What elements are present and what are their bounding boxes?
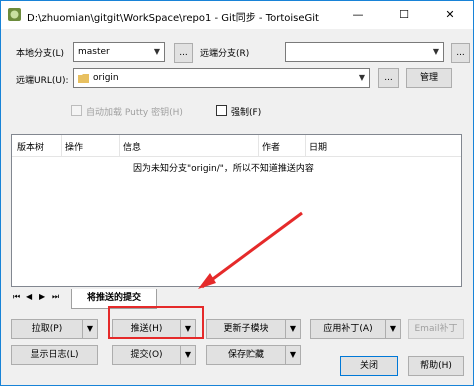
column-divider[interactable] [119, 135, 120, 157]
chevron-down-icon[interactable]: ▼ [82, 319, 98, 339]
close-window-button[interactable]: ✕ [427, 1, 473, 29]
column-header-message[interactable]: 信息 [123, 140, 141, 153]
remote-url-combo[interactable]: origin ▼ [73, 68, 370, 88]
maximize-button[interactable]: ☐ [381, 1, 427, 29]
remote-branch-browse-button[interactable]: ... [451, 43, 470, 63]
help-button[interactable]: 帮助(H) [408, 356, 464, 376]
sync-dialog-window: D:\zhuomian\gitgit\WorkSpace\repo1 - Git… [0, 0, 474, 386]
commit-button[interactable]: 提交(O) [112, 345, 180, 365]
folder-icon [78, 74, 89, 83]
local-branch-combo[interactable]: master ▼ [73, 42, 165, 62]
pull-button[interactable]: 拉取(P) [11, 319, 82, 339]
column-divider[interactable] [61, 135, 62, 157]
local-branch-browse-button[interactable]: ... [174, 43, 193, 63]
chevron-down-icon: ▼ [153, 47, 160, 56]
column-divider[interactable] [305, 135, 306, 157]
local-branch-value: master [78, 47, 110, 57]
chevron-down-icon[interactable]: ▼ [385, 319, 401, 339]
minimize-button[interactable]: — [335, 1, 381, 29]
tab-first-icon[interactable]: ⏮ [13, 292, 20, 302]
autoload-putty-checkbox[interactable] [71, 105, 82, 116]
apply-patch-split-button[interactable]: 应用补丁(A) ▼ [310, 319, 401, 339]
stash-split-button[interactable]: 保存贮藏 ▼ [206, 345, 301, 365]
show-log-button[interactable]: 显示日志(L) [11, 345, 98, 365]
annotation-highlight-box [108, 306, 204, 339]
window-title: D:\zhuomian\gitgit\WorkSpace\repo1 - Git… [27, 13, 319, 24]
stash-button[interactable]: 保存贮藏 [206, 345, 285, 365]
tab-next-icon[interactable]: ▶ [39, 292, 45, 301]
apply-patch-button[interactable]: 应用补丁(A) [310, 319, 385, 339]
annotation-arrow [198, 211, 303, 289]
list-empty-message: 因为未知分支"origin/"，所以不知道推送内容 [133, 164, 314, 174]
force-checkbox[interactable] [216, 105, 227, 116]
force-label: 强制(F) [231, 108, 262, 118]
tab-last-icon[interactable]: ⏭ [52, 292, 59, 302]
column-divider[interactable] [258, 135, 259, 157]
pull-split-button[interactable]: 拉取(P) ▼ [11, 319, 98, 339]
close-button[interactable]: 关闭 [340, 356, 398, 376]
local-branch-label: 本地分支(L) [16, 49, 65, 59]
manage-remotes-button[interactable]: 管理 [406, 68, 452, 88]
remote-url-browse-button[interactable]: ... [378, 68, 399, 88]
list-header: 版本树 操作 信息 作者 日期 [12, 135, 461, 157]
chevron-down-icon[interactable]: ▼ [180, 345, 196, 365]
output-tabs: ⏮ ◀ ▶ ⏭ 将推送的提交 [11, 289, 462, 309]
commit-split-button[interactable]: 提交(O) ▼ [112, 345, 196, 365]
tortoisegit-app-icon [8, 8, 21, 21]
remote-url-value: origin [93, 73, 119, 83]
title-bar[interactable]: D:\zhuomian\gitgit\WorkSpace\repo1 - Git… [1, 1, 473, 29]
chevron-down-icon: ▼ [358, 73, 365, 82]
update-submodule-button[interactable]: 更新子模块 [206, 319, 285, 339]
chevron-down-icon: ▼ [432, 47, 439, 56]
column-header-action[interactable]: 操作 [65, 140, 83, 153]
column-header-date[interactable]: 日期 [309, 140, 327, 153]
chevron-down-icon[interactable]: ▼ [285, 345, 301, 365]
remote-url-label: 远端URL(U): [16, 76, 69, 86]
column-header-revision-graph[interactable]: 版本树 [17, 140, 44, 153]
column-header-author[interactable]: 作者 [262, 140, 280, 153]
email-patch-button[interactable]: Email补丁 [408, 319, 464, 339]
remote-branch-label: 远端分支(R) [200, 49, 250, 59]
update-submodule-split-button[interactable]: 更新子模块 ▼ [206, 319, 301, 339]
autoload-putty-label: 自动加载 Putty 密钥(H) [86, 108, 183, 118]
tab-prev-icon[interactable]: ◀ [26, 292, 32, 301]
chevron-down-icon[interactable]: ▼ [285, 319, 301, 339]
remote-branch-combo[interactable]: ▼ [285, 42, 444, 62]
